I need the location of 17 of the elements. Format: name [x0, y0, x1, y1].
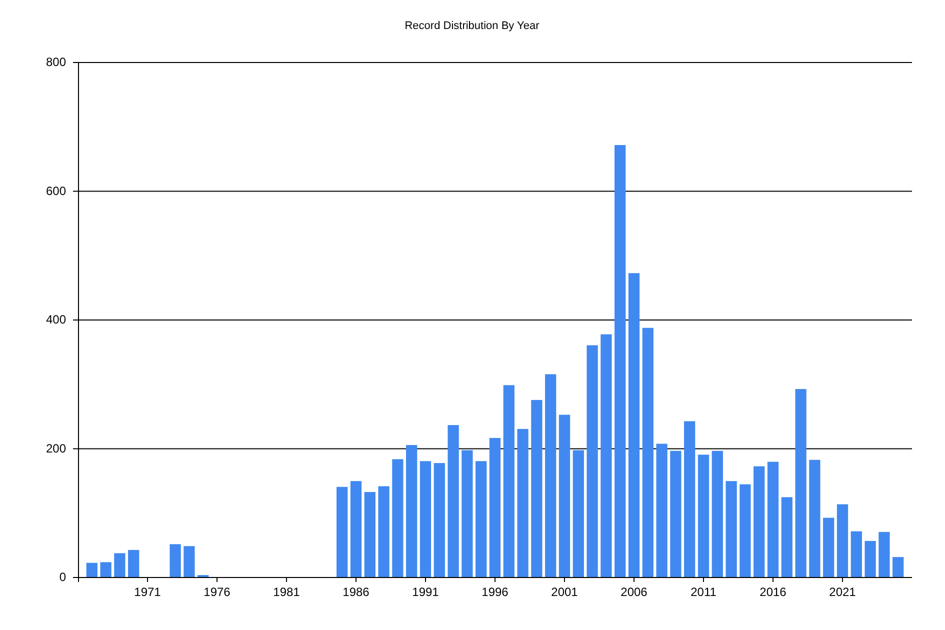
chart-title: Record Distribution By Year [404, 20, 540, 32]
y-tick-label: 800 [46, 55, 66, 69]
x-tick-label: 1991 [412, 585, 439, 599]
y-tick-label: 600 [46, 184, 66, 198]
x-tick-label: 2021 [829, 585, 856, 599]
x-tick-label: 1976 [204, 585, 230, 599]
x-tick-label: 2016 [760, 585, 786, 599]
x-tick-label: 1996 [482, 585, 508, 599]
x-tick-label: 2011 [690, 585, 716, 599]
y-tick-label: 200 [46, 441, 66, 456]
y-tick-label: 400 [46, 312, 66, 326]
x-tick-label: 1986 [342, 585, 370, 599]
x-tick-label: 1981 [273, 585, 300, 599]
x-tick-label: 1971 [134, 585, 161, 599]
y-tick-label: 0 [59, 570, 66, 584]
x-tick-label: 2006 [620, 585, 648, 599]
x-tick-label: 2001 [551, 585, 578, 599]
